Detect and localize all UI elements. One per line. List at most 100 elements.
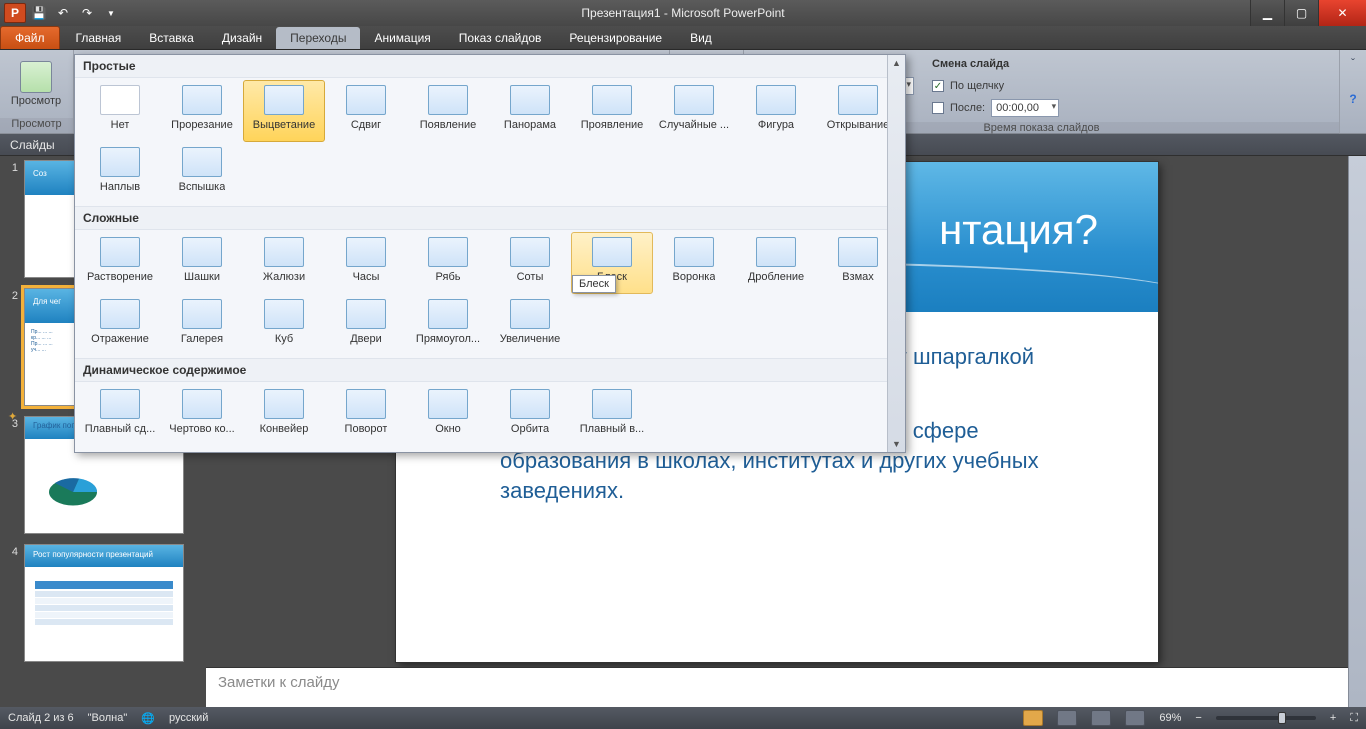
thumb-2-animation-icon: ✦ (8, 410, 17, 423)
transition-gallery[interactable]: Галерея (161, 294, 243, 356)
transition-cover[interactable]: Наплыв (79, 142, 161, 204)
zoom-percent[interactable]: 69% (1159, 712, 1181, 724)
transition-split[interactable]: Панорама (489, 80, 571, 142)
transition-pan-icon (100, 389, 140, 419)
transition-orbit-icon (510, 389, 550, 419)
transition-blinds-icon (264, 237, 304, 267)
transition-conveyor[interactable]: Конвейер (243, 384, 325, 446)
slide-title: нтация? (939, 206, 1098, 254)
view-slideshow-button[interactable] (1125, 710, 1145, 726)
transition-push[interactable]: Сдвиг (325, 80, 407, 142)
transition-flip-icon (100, 299, 140, 329)
transition-blinds[interactable]: Жалюзи (243, 232, 325, 294)
transition-vortex[interactable]: Воронка (653, 232, 735, 294)
app-icon[interactable]: P (4, 3, 26, 23)
view-reading-button[interactable] (1091, 710, 1111, 726)
transition-flip[interactable]: Отражение (79, 294, 161, 356)
close-button[interactable]: ✕ (1318, 0, 1366, 26)
tab-home[interactable]: Главная (62, 27, 136, 49)
transition-checker[interactable]: Шашки (161, 232, 243, 294)
transition-flash-icon (182, 147, 222, 177)
undo-icon[interactable]: ↶ (52, 3, 74, 23)
transition-flash[interactable]: Вспышка (161, 142, 243, 204)
transition-flythrough[interactable]: Плавный в... (571, 384, 653, 446)
gallery-scrollbar[interactable]: ▲ ▼ (887, 55, 905, 452)
transition-window[interactable]: Окно (407, 384, 489, 446)
transition-gallery-icon (182, 299, 222, 329)
transition-honeycomb[interactable]: Соты (489, 232, 571, 294)
tab-insert[interactable]: Вставка (135, 27, 208, 49)
transition-shred[interactable]: Дробление (735, 232, 817, 294)
zoom-slider[interactable] (1216, 716, 1316, 720)
transition-pan[interactable]: Плавный сд... (79, 384, 161, 446)
transition-zoom[interactable]: Увеличение (489, 294, 571, 356)
transition-cut[interactable]: Прорезание (161, 80, 243, 142)
view-normal-button[interactable] (1023, 710, 1043, 726)
after-checkbox[interactable] (932, 102, 944, 114)
fit-to-window-button[interactable]: ⛶ (1350, 712, 1358, 725)
transition-vortex-label: Воронка (673, 271, 716, 283)
status-language[interactable]: русский (169, 712, 208, 724)
transition-rotate[interactable]: Поворот (325, 384, 407, 446)
qat-customize-icon[interactable]: ▼ (100, 3, 122, 23)
tab-slideshow[interactable]: Показ слайдов (445, 27, 556, 49)
transition-glitter[interactable]: БлескБлеск (571, 232, 653, 294)
tab-view[interactable]: Вид (676, 27, 726, 49)
gallery-scroll-down-icon[interactable]: ▼ (888, 436, 905, 452)
gallery-cat-complex: Сложные (75, 206, 905, 230)
transition-ferris[interactable]: Чертово ко... (161, 384, 243, 446)
thumb-2-num: 2 (6, 288, 18, 406)
zoom-in-button[interactable]: + (1330, 712, 1336, 724)
transition-honeycomb-icon (510, 237, 550, 267)
transition-shape[interactable]: Фигура (735, 80, 817, 142)
transition-clock[interactable]: Часы (325, 232, 407, 294)
transition-cube[interactable]: Куб (243, 294, 325, 356)
transition-push-label: Сдвиг (351, 119, 381, 131)
tab-design[interactable]: Дизайн (208, 27, 276, 49)
transition-push-icon (346, 85, 386, 115)
language-icon[interactable]: 🌐 (141, 712, 155, 725)
after-label: После: (950, 102, 985, 114)
tab-transitions[interactable]: Переходы (276, 27, 360, 49)
transition-cut-label: Прорезание (171, 119, 233, 131)
after-spinner[interactable]: 00:00,00 (991, 99, 1059, 117)
status-slide-counter: Слайд 2 из 6 (8, 712, 74, 724)
transition-honeycomb-label: Соты (517, 271, 544, 283)
transition-fade-icon (264, 85, 304, 115)
transition-random-bars[interactable]: Случайные ... (653, 80, 735, 142)
ribbon-help-icon[interactable]: ? (1349, 92, 1356, 106)
on-click-checkbox[interactable]: ✓ (932, 80, 944, 92)
transition-doors[interactable]: Двери (325, 294, 407, 356)
transition-wipe[interactable]: Появление (407, 80, 489, 142)
transition-doors-icon (346, 299, 386, 329)
tab-file[interactable]: Файл (0, 26, 60, 49)
minimize-button[interactable]: ▁ (1250, 0, 1284, 26)
redo-icon[interactable]: ↷ (76, 3, 98, 23)
transition-switch-icon (838, 237, 878, 267)
save-icon[interactable]: 💾 (28, 3, 50, 23)
transition-ripple[interactable]: Рябь (407, 232, 489, 294)
transition-wipe-label: Появление (420, 119, 476, 131)
transition-none[interactable]: Нет (79, 80, 161, 142)
preview-button[interactable]: Просмотр (6, 52, 66, 116)
ribbon-minimize-icon[interactable]: ˇ (1351, 56, 1355, 70)
view-sorter-button[interactable] (1057, 710, 1077, 726)
advance-title: Смена слайда (932, 58, 1009, 70)
transition-reveal[interactable]: Проявление (571, 80, 653, 142)
thumb-4[interactable]: Рост популярности презентаций (24, 544, 184, 662)
notes-pane[interactable]: Заметки к слайду (206, 667, 1348, 707)
transition-dissolve[interactable]: Растворение (79, 232, 161, 294)
zoom-out-button[interactable]: − (1195, 712, 1201, 724)
transition-box[interactable]: Прямоугол... (407, 294, 489, 356)
transition-flythrough-icon (592, 389, 632, 419)
tab-animations[interactable]: Анимация (360, 27, 444, 49)
ribbon-collapse: ˇ ? (1340, 50, 1366, 133)
tab-review[interactable]: Рецензирование (555, 27, 676, 49)
transition-orbit[interactable]: Орбита (489, 384, 571, 446)
transition-clock-icon (346, 237, 386, 267)
thumb-4-row[interactable]: 4 Рост популярности презентаций (6, 544, 200, 662)
gallery-scroll-up-icon[interactable]: ▲ (888, 55, 905, 71)
maximize-button[interactable]: ▢ (1284, 0, 1318, 26)
vertical-scrollbar[interactable] (1348, 156, 1366, 707)
transition-fade[interactable]: Выцветание (243, 80, 325, 142)
